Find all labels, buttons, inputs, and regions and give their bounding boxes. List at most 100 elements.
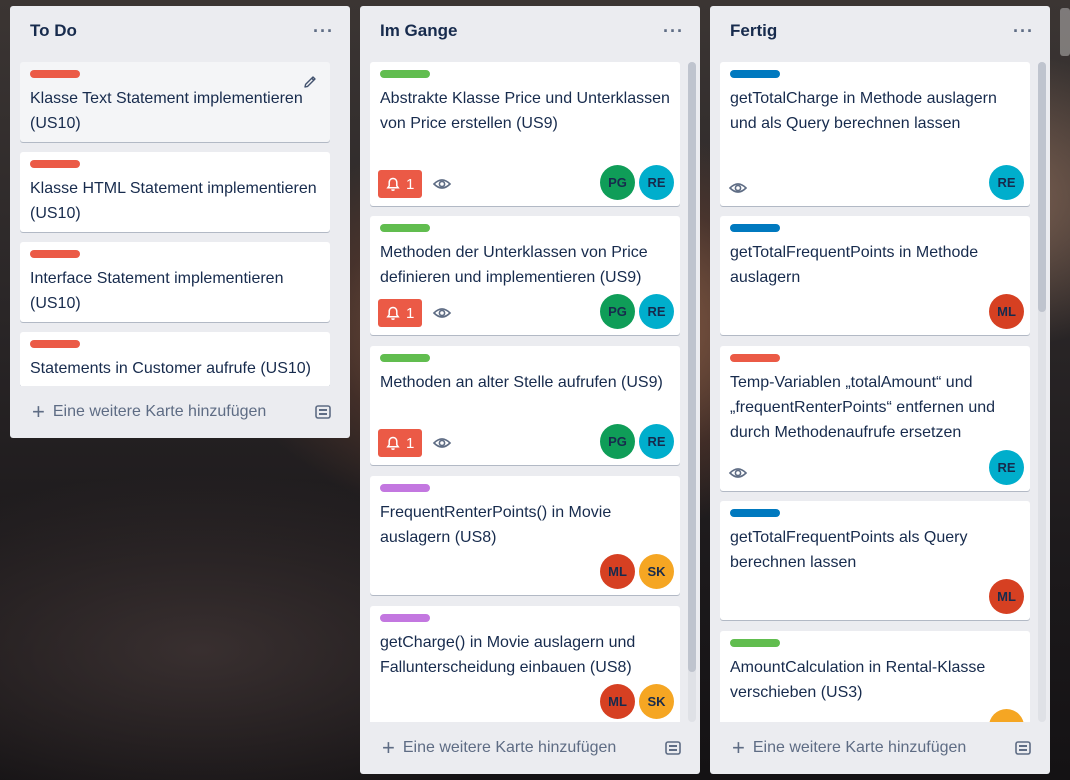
card-badges	[728, 463, 748, 483]
add-card-label: Eine weitere Karte hinzufügen	[752, 739, 967, 756]
watch-eye-icon	[728, 183, 748, 193]
card[interactable]: FrequentRenterPoints() in Movie auslager…	[370, 476, 680, 595]
avatar[interactable]: PG	[600, 424, 635, 459]
card-members: PG RE	[600, 165, 674, 200]
avatar[interactable]: SK	[639, 684, 674, 719]
scrollbar-thumb[interactable]	[1038, 62, 1046, 312]
watch-eye-icon	[433, 438, 452, 448]
list-footer: + Eine weitere Karte hinzufügen	[710, 722, 1050, 774]
card[interactable]: getTotalFrequentPoints in Methode auslag…	[720, 216, 1030, 335]
list-menu-icon[interactable]: ···	[1009, 21, 1038, 42]
card-title: Temp-Variablen „totalAmount“ und „freque…	[730, 374, 996, 441]
card-title: FrequentRenterPoints() in Movie auslager…	[380, 504, 612, 546]
bell-icon	[386, 436, 400, 450]
card-title: getTotalCharge in Methode auslagern und …	[730, 90, 997, 132]
avatar[interactable]: ML	[989, 294, 1024, 329]
list-fertig: Fertig ··· getTotalCharge in Methode aus…	[710, 6, 1050, 774]
card[interactable]: AmountCalculation in Rental-Klasse versc…	[720, 631, 1030, 722]
card-container: Klasse Text Statement implementieren (US…	[20, 62, 340, 386]
card-members: ML	[989, 294, 1024, 329]
card-label	[30, 70, 80, 78]
list-title[interactable]: Fertig	[730, 21, 777, 41]
notification-count: 1	[406, 175, 415, 193]
notification-badge[interactable]: 1	[378, 170, 423, 198]
avatar[interactable]: ML	[600, 554, 635, 589]
card-label	[30, 340, 80, 348]
add-card-label: Eine weitere Karte hinzufügen	[52, 403, 267, 420]
card[interactable]: Abstrakte Klasse Price und Unterklassen …	[370, 62, 680, 206]
bell-icon	[386, 306, 400, 320]
card[interactable]: getTotalCharge in Methode auslagern und …	[720, 62, 1030, 206]
watch-eye-icon	[433, 179, 452, 189]
card[interactable]: Statements in Customer aufrufe (US10)	[20, 332, 330, 386]
avatar[interactable]: RE	[639, 165, 674, 200]
card-title: Interface Statement implementieren (US10…	[30, 270, 284, 312]
card-title: AmountCalculation in Rental-Klasse versc…	[730, 659, 986, 701]
card-members: SK	[989, 709, 1024, 722]
card-title: Methoden an alter Stelle aufrufen (US9)	[380, 374, 663, 391]
avatar[interactable]: ML	[989, 579, 1024, 614]
avatar[interactable]: SK	[989, 709, 1024, 722]
add-card-button[interactable]: + Eine weitere Karte hinzufügen	[32, 399, 267, 424]
list-title[interactable]: To Do	[30, 21, 77, 41]
avatar[interactable]: PG	[600, 165, 635, 200]
notification-badge[interactable]: 1	[378, 429, 423, 457]
card-title: Klasse HTML Statement implementieren (US…	[30, 180, 317, 222]
add-card-button[interactable]: + Eine weitere Karte hinzufügen	[732, 737, 967, 759]
notification-badge[interactable]: 1	[378, 299, 423, 327]
card[interactable]: Klasse Text Statement implementieren (US…	[20, 62, 330, 142]
board-scrollbar[interactable]	[1060, 8, 1070, 56]
list-im-gange: Im Gange ··· Abstrakte Klasse Price und …	[360, 6, 700, 774]
card-members: ML SK	[600, 684, 674, 719]
card[interactable]: Temp-Variablen „totalAmount“ und „freque…	[720, 346, 1030, 491]
card-label	[380, 614, 430, 622]
card-members: PG RE	[600, 294, 674, 329]
card-template-icon[interactable]	[1014, 739, 1032, 757]
add-card-label: Eine weitere Karte hinzufügen	[402, 739, 617, 756]
list-scrollbar[interactable]	[688, 62, 696, 722]
list-header: To Do ···	[10, 6, 350, 56]
list-footer: + Eine weitere Karte hinzufügen	[10, 386, 350, 438]
card[interactable]: getCharge() in Movie auslagern und Fallu…	[370, 606, 680, 722]
edit-pencil-icon[interactable]	[302, 74, 318, 90]
scrollbar-thumb[interactable]	[688, 62, 696, 672]
card-template-icon[interactable]	[314, 403, 332, 421]
card-title: getTotalFrequentPoints in Methode auslag…	[730, 244, 979, 286]
card-badges	[728, 178, 748, 198]
card-label	[30, 250, 80, 258]
list-menu-icon[interactable]: ···	[659, 21, 688, 42]
notification-count: 1	[406, 304, 415, 322]
card-members: RE	[989, 450, 1024, 485]
plus-icon: +	[32, 399, 45, 424]
avatar[interactable]: RE	[639, 424, 674, 459]
list-menu-icon[interactable]: ···	[309, 21, 338, 42]
card-title: getCharge() in Movie auslagern und Fallu…	[380, 634, 636, 676]
card-label	[730, 354, 780, 362]
card-badges: 1	[378, 429, 452, 457]
card-members: ML SK	[600, 554, 674, 589]
card-members: RE	[989, 165, 1024, 200]
avatar[interactable]: ML	[600, 684, 635, 719]
card-label	[380, 484, 430, 492]
card[interactable]: getTotalFrequentPoints als Query berechn…	[720, 501, 1030, 620]
add-card-button[interactable]: + Eine weitere Karte hinzufügen	[382, 737, 617, 759]
list-scrollbar[interactable]	[1038, 62, 1046, 722]
watch-eye-icon	[728, 468, 748, 478]
card-title: Statements in Customer aufrufe (US10)	[30, 360, 312, 377]
card[interactable]: Interface Statement implementieren (US10…	[20, 242, 330, 322]
card-title: Klasse Text Statement implementieren (US…	[30, 90, 303, 132]
list-todo: To Do ··· Klasse Text Statement implemen…	[10, 6, 350, 438]
avatar[interactable]: RE	[989, 450, 1024, 485]
avatar[interactable]: PG	[600, 294, 635, 329]
card[interactable]: Methoden an alter Stelle aufrufen (US9) …	[370, 346, 680, 465]
card-template-icon[interactable]	[664, 739, 682, 757]
avatar[interactable]: RE	[989, 165, 1024, 200]
card[interactable]: Klasse HTML Statement implementieren (US…	[20, 152, 330, 232]
list-header: Fertig ···	[710, 6, 1050, 56]
avatar[interactable]: SK	[639, 554, 674, 589]
avatar[interactable]: RE	[639, 294, 674, 329]
list-title[interactable]: Im Gange	[380, 21, 457, 41]
card-label	[730, 509, 780, 517]
card-container: getTotalCharge in Methode auslagern und …	[720, 62, 1030, 722]
card[interactable]: Methoden der Unterklassen von Price defi…	[370, 216, 680, 335]
